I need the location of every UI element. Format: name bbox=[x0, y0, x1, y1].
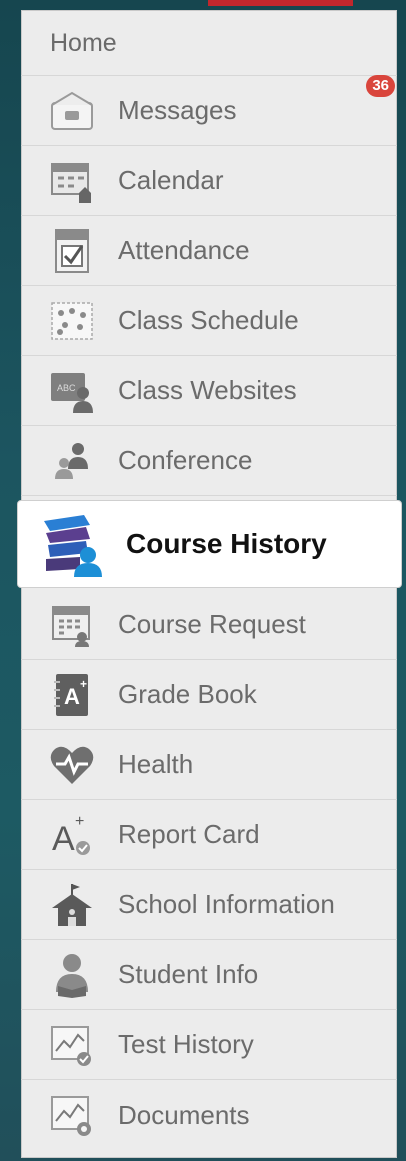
svg-text:+: + bbox=[75, 813, 84, 830]
menu-item-label: Grade Book bbox=[118, 679, 257, 709]
heart-pulse-icon bbox=[48, 741, 96, 789]
menu-item-student-info[interactable]: Student Info bbox=[21, 940, 397, 1010]
menu-item-label: Course History bbox=[126, 528, 327, 559]
menu-item-label: Documents bbox=[118, 1099, 250, 1130]
unread-count-badge: 36 bbox=[366, 75, 395, 97]
menu-item-label: Health bbox=[118, 749, 194, 779]
menu-item-course-request[interactable]: Course Request bbox=[21, 590, 397, 660]
menu-item-test-history[interactable]: Test History bbox=[21, 1010, 397, 1080]
report-card-icon: A + bbox=[48, 811, 96, 859]
menu-item-label: Report Card bbox=[118, 819, 260, 849]
school-house-icon bbox=[48, 881, 96, 929]
menu-item-label: Test History bbox=[118, 1029, 254, 1059]
envelope-icon bbox=[48, 87, 96, 135]
website-user-icon: ABC bbox=[48, 367, 96, 415]
menu-item-label: Calendar bbox=[118, 165, 224, 195]
people-icon bbox=[48, 437, 96, 485]
attendance-checkbox-icon bbox=[48, 227, 96, 275]
student-reading-icon bbox=[48, 951, 96, 999]
svg-text:A: A bbox=[64, 684, 80, 709]
menu-item-documents[interactable]: Documents bbox=[21, 1080, 397, 1150]
menu-item-conference[interactable]: Conference bbox=[21, 426, 397, 496]
menu-item-class-schedule[interactable]: Class Schedule bbox=[21, 286, 397, 356]
menu-item-attendance[interactable]: Attendance bbox=[21, 216, 397, 286]
menu-item-grade-book[interactable]: A + Grade Book bbox=[21, 660, 397, 730]
menu-item-home[interactable]: Home bbox=[21, 11, 397, 76]
menu-item-label: Conference bbox=[118, 445, 253, 475]
menu-item-class-websites[interactable]: ABC Class Websites bbox=[21, 356, 397, 426]
menu-item-course-history[interactable]: Course History bbox=[17, 500, 402, 588]
menu-item-health[interactable]: Health bbox=[21, 730, 397, 800]
schedule-grid-icon bbox=[48, 297, 96, 345]
books-student-icon bbox=[40, 511, 106, 577]
menu-item-label: Student Info bbox=[118, 959, 259, 989]
menu-item-label: Course Request bbox=[118, 609, 306, 639]
documents-chart-icon bbox=[48, 1091, 96, 1139]
menu-item-report-card[interactable]: A + Report Card bbox=[21, 800, 397, 870]
menu-item-label: Messages bbox=[118, 95, 237, 125]
menu-item-school-information[interactable]: School Information bbox=[21, 870, 397, 940]
menu-item-label: Home bbox=[50, 28, 117, 57]
top-accent-bar bbox=[208, 0, 353, 6]
chart-check-icon bbox=[48, 1021, 96, 1069]
calendar-icon bbox=[48, 157, 96, 205]
menu-item-label: Class Schedule bbox=[118, 305, 299, 335]
svg-text:ABC: ABC bbox=[57, 383, 76, 393]
menu-item-label: School Information bbox=[118, 889, 335, 919]
calendar-request-icon bbox=[48, 601, 96, 649]
gradebook-icon: A + bbox=[48, 671, 96, 719]
svg-text:+: + bbox=[80, 677, 87, 691]
menu-item-label: Class Websites bbox=[118, 375, 297, 405]
svg-text:A: A bbox=[52, 820, 75, 858]
menu-item-calendar[interactable]: Calendar bbox=[21, 146, 397, 216]
menu-item-messages[interactable]: Messages 36 bbox=[21, 75, 397, 146]
menu-item-label: Attendance bbox=[118, 235, 250, 265]
